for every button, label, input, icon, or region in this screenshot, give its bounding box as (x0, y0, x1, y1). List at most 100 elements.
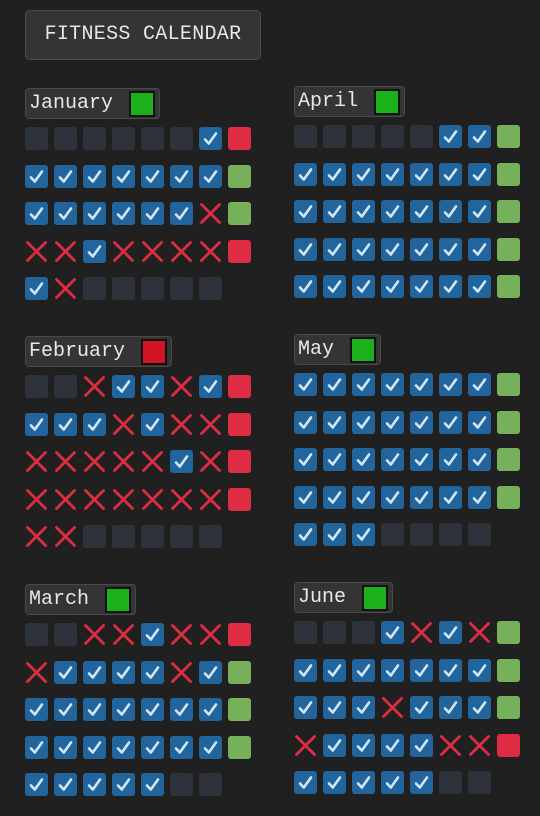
day-checked-checkbox[interactable] (439, 275, 462, 298)
day-checked-checkbox[interactable] (381, 733, 404, 757)
day-checked-checkbox[interactable] (25, 277, 48, 300)
day-checked-checkbox[interactable] (141, 660, 164, 684)
day-checked-checkbox[interactable] (381, 237, 404, 261)
day-checked-checkbox[interactable] (112, 698, 135, 721)
day-missed-checkbox[interactable] (381, 696, 404, 719)
day-checked-checkbox[interactable] (170, 202, 193, 225)
day-checked-checkbox[interactable] (323, 485, 346, 509)
day-checked-checkbox[interactable] (112, 164, 135, 188)
day-missed-checkbox[interactable] (83, 450, 106, 473)
day-checked-checkbox[interactable] (294, 237, 317, 261)
day-checked-checkbox[interactable] (141, 202, 164, 225)
day-missed-checkbox[interactable] (141, 240, 164, 263)
day-missed-checkbox[interactable] (25, 661, 48, 684)
day-checked-checkbox[interactable] (439, 696, 462, 719)
day-checked-checkbox[interactable] (352, 696, 375, 719)
day-checked-checkbox[interactable] (54, 660, 77, 684)
day-checked-checkbox[interactable] (323, 237, 346, 261)
day-checked-checkbox[interactable] (294, 771, 317, 794)
day-missed-checkbox[interactable] (112, 488, 135, 511)
day-missed-checkbox[interactable] (25, 525, 48, 548)
day-missed-checkbox[interactable] (170, 240, 193, 263)
day-missed-checkbox[interactable] (54, 450, 77, 473)
day-missed-checkbox[interactable] (54, 488, 77, 511)
day-checked-checkbox[interactable] (83, 660, 106, 684)
day-checked-checkbox[interactable] (468, 448, 491, 471)
day-missed-checkbox[interactable] (170, 661, 193, 684)
day-checked-checkbox[interactable] (410, 485, 433, 509)
day-checked-checkbox[interactable] (352, 162, 375, 186)
day-checked-checkbox[interactable] (83, 239, 106, 263)
day-checked-checkbox[interactable] (83, 773, 106, 796)
day-checked-checkbox[interactable] (141, 773, 164, 796)
day-checked-checkbox[interactable] (381, 373, 404, 396)
day-checked-checkbox[interactable] (352, 733, 375, 757)
day-checked-checkbox[interactable] (439, 125, 462, 148)
day-checked-checkbox[interactable] (468, 410, 491, 434)
day-checked-checkbox[interactable] (141, 412, 164, 436)
day-checked-checkbox[interactable] (294, 162, 317, 186)
day-missed-checkbox[interactable] (112, 240, 135, 263)
day-missed-checkbox[interactable] (54, 277, 77, 300)
day-checked-checkbox[interactable] (170, 164, 193, 188)
day-checked-checkbox[interactable] (381, 448, 404, 471)
day-checked-checkbox[interactable] (112, 735, 135, 759)
day-missed-checkbox[interactable] (54, 525, 77, 548)
day-checked-checkbox[interactable] (170, 698, 193, 721)
day-missed-checkbox[interactable] (468, 621, 491, 644)
day-missed-checkbox[interactable] (170, 375, 193, 398)
day-checked-checkbox[interactable] (54, 698, 77, 721)
day-checked-checkbox[interactable] (54, 412, 77, 436)
day-missed-checkbox[interactable] (141, 450, 164, 473)
day-missed-checkbox[interactable] (83, 375, 106, 398)
day-checked-checkbox[interactable] (439, 621, 462, 644)
day-checked-checkbox[interactable] (439, 373, 462, 396)
day-checked-checkbox[interactable] (54, 202, 77, 225)
day-checked-checkbox[interactable] (112, 202, 135, 225)
day-missed-checkbox[interactable] (170, 488, 193, 511)
day-checked-checkbox[interactable] (381, 771, 404, 794)
day-checked-checkbox[interactable] (141, 164, 164, 188)
day-checked-checkbox[interactable] (410, 237, 433, 261)
day-checked-checkbox[interactable] (25, 735, 48, 759)
day-missed-checkbox[interactable] (199, 240, 222, 263)
day-checked-checkbox[interactable] (170, 735, 193, 759)
day-checked-checkbox[interactable] (294, 410, 317, 434)
day-missed-checkbox[interactable] (141, 488, 164, 511)
day-missed-checkbox[interactable] (112, 413, 135, 436)
day-missed-checkbox[interactable] (199, 413, 222, 436)
day-checked-checkbox[interactable] (323, 523, 346, 546)
day-checked-checkbox[interactable] (468, 162, 491, 186)
day-checked-checkbox[interactable] (439, 162, 462, 186)
day-checked-checkbox[interactable] (468, 200, 491, 223)
day-checked-checkbox[interactable] (468, 237, 491, 261)
day-checked-checkbox[interactable] (199, 735, 222, 759)
day-checked-checkbox[interactable] (352, 237, 375, 261)
day-checked-checkbox[interactable] (294, 658, 317, 682)
day-checked-checkbox[interactable] (352, 200, 375, 223)
day-missed-checkbox[interactable] (199, 488, 222, 511)
day-checked-checkbox[interactable] (294, 275, 317, 298)
day-checked-checkbox[interactable] (323, 658, 346, 682)
day-checked-checkbox[interactable] (323, 410, 346, 434)
day-checked-checkbox[interactable] (468, 125, 491, 148)
day-checked-checkbox[interactable] (381, 275, 404, 298)
day-checked-checkbox[interactable] (410, 696, 433, 719)
day-checked-checkbox[interactable] (468, 275, 491, 298)
day-missed-checkbox[interactable] (25, 240, 48, 263)
day-checked-checkbox[interactable] (439, 658, 462, 682)
day-checked-checkbox[interactable] (112, 773, 135, 796)
day-checked-checkbox[interactable] (83, 202, 106, 225)
day-missed-checkbox[interactable] (112, 623, 135, 646)
day-checked-checkbox[interactable] (323, 162, 346, 186)
day-checked-checkbox[interactable] (323, 733, 346, 757)
day-checked-checkbox[interactable] (323, 771, 346, 794)
day-checked-checkbox[interactable] (199, 127, 222, 150)
day-checked-checkbox[interactable] (141, 623, 164, 646)
day-checked-checkbox[interactable] (112, 660, 135, 684)
day-checked-checkbox[interactable] (83, 698, 106, 721)
day-missed-checkbox[interactable] (112, 450, 135, 473)
day-checked-checkbox[interactable] (410, 162, 433, 186)
day-checked-checkbox[interactable] (352, 410, 375, 434)
day-checked-checkbox[interactable] (54, 164, 77, 188)
